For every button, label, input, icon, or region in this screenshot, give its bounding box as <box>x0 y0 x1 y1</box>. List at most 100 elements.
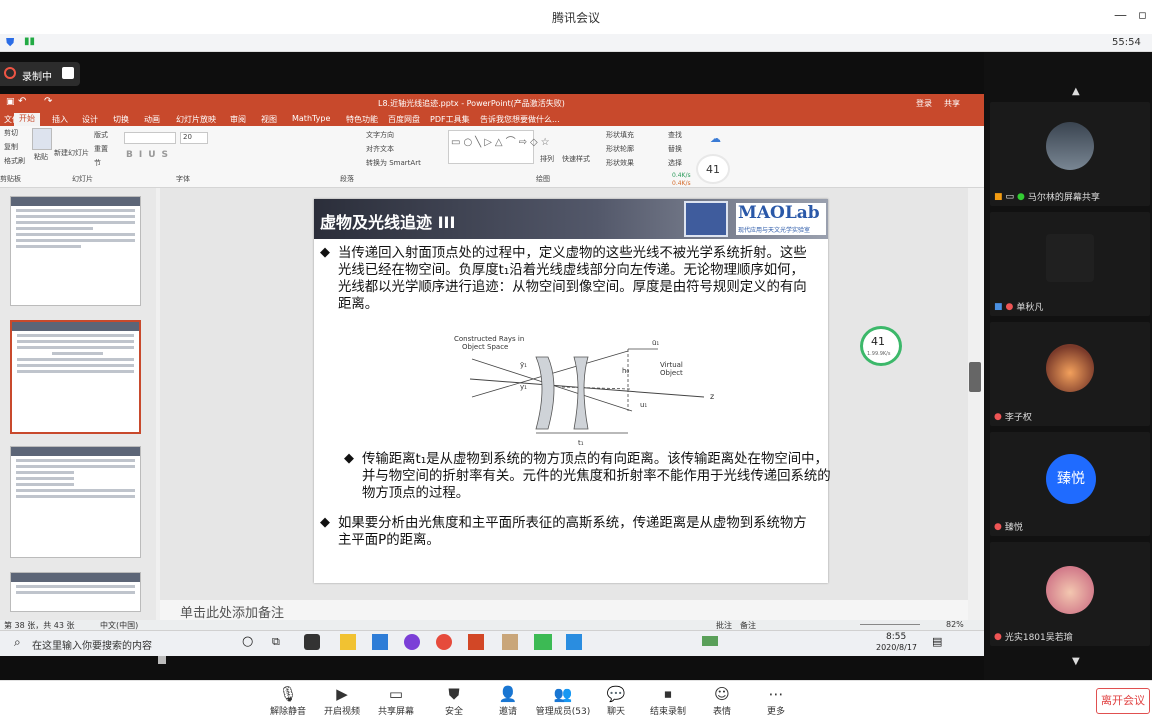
end-recording-button[interactable]: ⏹ 结束录制 <box>642 684 694 717</box>
shield-icon[interactable]: ⛊ <box>6 36 14 50</box>
font-style-buttons[interactable]: BIUS <box>126 150 174 160</box>
minimize-icon[interactable]: — <box>1114 8 1127 23</box>
leave-meeting-button[interactable]: 离开会议 <box>1096 688 1150 714</box>
format-painter-button[interactable]: 格式刷 <box>4 156 25 166</box>
chat-button[interactable]: 💬 聊天 <box>590 684 642 717</box>
shape-gallery[interactable]: ▭○╲▷△⌒⇨◇☆ <box>448 130 550 164</box>
app-icon[interactable] <box>502 634 518 650</box>
tell-me-search[interactable]: 告诉我您想要做什么... <box>480 114 560 125</box>
slide[interactable]: 虚物及光线追迹 III MAOLab 现代应用与天文光学实验室 ◆ 当传递回入射… <box>314 199 831 583</box>
unmute-button[interactable]: 🎙 解除静音 <box>262 684 314 717</box>
share-screen-button[interactable]: ▭ 共享屏幕 <box>370 684 422 717</box>
mic-off-icon: ● <box>1005 301 1014 312</box>
participant-tile[interactable]: ■ ● 单秋凡 <box>990 212 1150 316</box>
chrome-icon[interactable] <box>436 634 452 650</box>
notes-pane[interactable]: 单击此处添加备注 <box>160 600 968 621</box>
maximize-icon[interactable]: ▫ <box>1138 8 1147 23</box>
font-family-select[interactable] <box>124 132 176 144</box>
stop-recording-icon[interactable] <box>62 67 74 79</box>
save-icon[interactable]: ▣ <box>6 97 15 107</box>
app-icon[interactable] <box>304 634 320 650</box>
collapse-panel-handle[interactable] <box>969 362 981 392</box>
task-view-icon[interactable]: ⧉ <box>272 635 280 649</box>
tab-view[interactable]: 视图 <box>261 114 277 125</box>
tab-insert[interactable]: 插入 <box>52 114 68 125</box>
share-link[interactable]: 共享 <box>944 98 960 109</box>
find-button[interactable]: 查找 <box>668 130 682 140</box>
tab-review[interactable]: 审阅 <box>230 114 246 125</box>
cut-button[interactable]: 剪切 <box>4 128 18 138</box>
paste-button[interactable]: 粘贴 <box>34 152 48 162</box>
participant-name-row: ■ ▭ ● 马尔林的屏幕共享 <box>994 190 1100 204</box>
diagram-label: Object Space <box>462 343 508 351</box>
meeting-app-icon[interactable] <box>566 634 582 650</box>
cortana-icon[interactable]: ○ <box>242 634 253 649</box>
tab-design[interactable]: 设计 <box>82 114 98 125</box>
participant-tile[interactable]: ● 光实1801吴若瑜 <box>990 542 1150 646</box>
slide-thumbnail[interactable] <box>10 572 141 612</box>
tab-transitions[interactable]: 切换 <box>113 114 129 125</box>
slide-title: 虚物及光线追迹 III <box>320 213 456 232</box>
quick-styles-button[interactable]: 快速样式 <box>562 154 590 164</box>
copy-button[interactable]: 复制 <box>4 142 18 152</box>
select-button[interactable]: 选择 <box>668 158 682 168</box>
shape-outline-button[interactable]: 形状轮廓 <box>606 144 634 154</box>
scroll-down-icon[interactable]: ▼ <box>1072 656 1080 667</box>
search-icon[interactable]: ⌕ <box>14 635 21 650</box>
share-screen-icon: ▭ <box>388 685 404 703</box>
login-link[interactable]: 登录 <box>916 98 932 109</box>
mail-icon[interactable] <box>372 634 388 650</box>
signal-icon[interactable]: ▮▮ <box>24 36 35 47</box>
convert-smartart-button[interactable]: 转换为 SmartArt <box>366 158 421 168</box>
text-direction-button[interactable]: 文字方向 <box>366 130 394 140</box>
tab-baidu[interactable]: 百度网盘 <box>388 114 420 125</box>
network-speed-widget[interactable]: 41 1.99.9K/s <box>860 326 902 366</box>
ppt-status-bar: 第 38 张，共 43 张 中文(中国) 备注 批注 82% <box>0 620 984 630</box>
tab-mathtype[interactable]: MathType <box>292 114 330 123</box>
tab-pdf[interactable]: PDF工具集 <box>430 114 470 125</box>
chat-icon: 💬 <box>606 685 626 703</box>
reactions-button[interactable]: ☺ 表情 <box>696 684 748 717</box>
wechat-icon[interactable] <box>534 634 552 650</box>
slide-thumbnail-current[interactable] <box>10 320 141 434</box>
reset-button[interactable]: 重置 <box>94 144 108 154</box>
participant-tile[interactable]: 臻悦 ● 臻悦 <box>990 432 1150 536</box>
zoom-slider[interactable] <box>860 624 920 625</box>
diagram-label: y₁ <box>520 383 527 391</box>
explorer-icon[interactable] <box>340 634 356 650</box>
notification-icon[interactable]: ▤ <box>932 635 942 648</box>
manage-members-button[interactable]: 👥 管理成员(53) <box>532 684 594 717</box>
slide-thumbnail[interactable] <box>10 446 141 558</box>
paste-icon[interactable] <box>32 128 52 150</box>
align-text-button[interactable]: 对齐文本 <box>366 144 394 154</box>
security-button[interactable]: ⛊ 安全 <box>428 684 480 717</box>
bullet-icon: ◆ <box>320 515 330 530</box>
replace-button[interactable]: 替换 <box>668 144 682 154</box>
slide-thumbnail[interactable] <box>10 196 141 306</box>
taskbar-search[interactable]: 在这里输入你要搜索的内容 <box>32 637 152 652</box>
group-clipboard: 剪贴板 <box>0 175 21 183</box>
shape-effects-button[interactable]: 形状效果 <box>606 158 634 168</box>
tab-animations[interactable]: 动画 <box>144 114 160 125</box>
start-video-button[interactable]: ▶ 开启视频 <box>316 684 368 717</box>
undo-icon[interactable]: ↶ <box>18 96 26 107</box>
arrange-button[interactable]: 排列 <box>540 154 554 164</box>
layout-button[interactable]: 版式 <box>94 130 108 140</box>
tab-special[interactable]: 特色功能 <box>346 114 378 125</box>
more-button[interactable]: ⋯ 更多 <box>750 684 802 717</box>
powerpoint-icon[interactable] <box>468 634 484 650</box>
participant-tile[interactable]: ● 李子权 <box>990 322 1150 426</box>
participant-tile[interactable]: ■ ▭ ● 马尔林的屏幕共享 <box>990 102 1150 206</box>
windows-taskbar: ⌕ 在这里输入你要搜索的内容 ○ ⧉ 8:55 2020/8/17 ▤ <box>0 630 984 656</box>
font-size-select[interactable]: 20 <box>180 132 208 144</box>
tab-home[interactable]: 开始 <box>14 113 40 126</box>
scroll-up-icon[interactable]: ▲ <box>1072 86 1080 97</box>
baidu-cloud-icon[interactable]: ☁ <box>710 132 721 145</box>
diagram-label: h₀ <box>622 367 629 375</box>
browser-icon[interactable] <box>404 634 420 650</box>
tab-slideshow[interactable]: 幻灯片放映 <box>176 114 216 125</box>
invite-button[interactable]: 👤 邀请 <box>482 684 534 717</box>
shape-fill-button[interactable]: 形状填充 <box>606 130 634 140</box>
section-button[interactable]: 节 <box>94 158 101 168</box>
redo-icon[interactable]: ↷ <box>44 96 52 107</box>
